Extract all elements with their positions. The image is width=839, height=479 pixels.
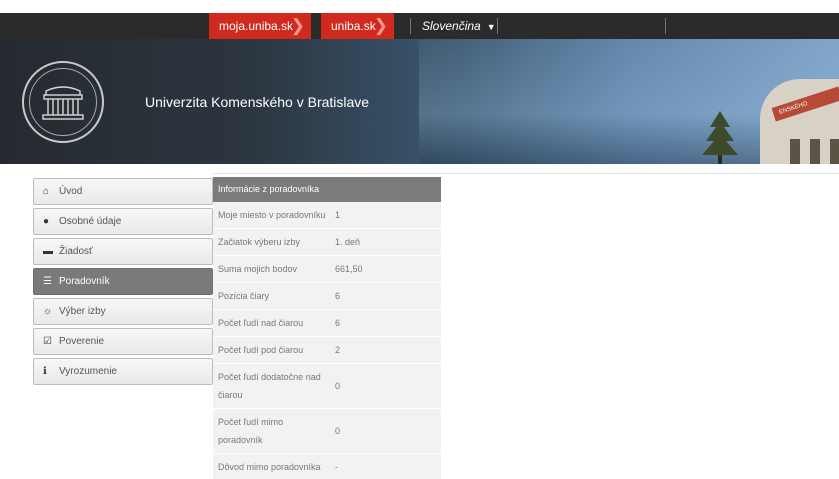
- table-row: Suma mojich bodov 661,50: [213, 256, 441, 283]
- language-label: Slovenčina: [422, 19, 481, 33]
- sidebar-item-label: Poverenie: [59, 336, 105, 347]
- sidebar-item-label: Vyrozumenie: [59, 366, 117, 377]
- row-value: -: [335, 462, 338, 472]
- uniba-label: uniba.sk: [331, 19, 376, 33]
- sidebar-item-label: Osobné údaje: [59, 216, 122, 227]
- row-value: 0: [335, 426, 341, 436]
- divider: [410, 18, 411, 34]
- user-icon: ●: [43, 216, 50, 227]
- info-icon: ℹ: [43, 366, 47, 377]
- row-label: Počet ľudí mimo poradovník: [218, 417, 284, 445]
- page-title: Univerzita Komenského v Bratislave: [145, 94, 370, 110]
- university-logo[interactable]: [22, 61, 104, 143]
- row-value: 1: [335, 210, 341, 220]
- header-banner: Univerzita Komenského v Bratislave ENSKÉ…: [0, 39, 839, 164]
- ranking-info-table: Informácie z poradovníka Moje miesto v p…: [213, 177, 441, 479]
- sidebar-item-label: Poradovník: [59, 276, 110, 287]
- table-heading: Informácie z poradovníka: [213, 177, 441, 202]
- row-label: Dôvod mimo poradovníka: [218, 462, 321, 472]
- chevron-right-icon: ❯: [373, 16, 388, 35]
- language-selector[interactable]: Slovenčina ▼: [422, 13, 496, 39]
- table-row: Počet ľudí pod čiarou 2: [213, 337, 441, 364]
- sidebar-item-label: Žiadosť: [59, 246, 93, 257]
- divider: [497, 18, 498, 34]
- divider: [665, 18, 666, 34]
- top-bar: moja.uniba.sk ❯ uniba.sk ❯ Slovenčina ▼: [0, 13, 839, 39]
- table-row: Počet ľudí dodatočne nad čiarou 0: [213, 364, 441, 409]
- moja-uniba-label: moja.uniba.sk: [219, 19, 294, 33]
- table-row: Moje miesto v poradovníku 1: [213, 202, 441, 229]
- table-row: Pozícia čiary 6: [213, 283, 441, 310]
- sidebar-nav: ⌂ Úvod ● Osobné údaje ▬ Žiadosť ☰ Porado…: [33, 178, 213, 388]
- table-row: Počet ľudí mimo poradovník 0: [213, 409, 441, 454]
- row-value: 0: [335, 381, 341, 391]
- uniba-link[interactable]: uniba.sk ❯: [321, 13, 394, 39]
- sidebar-item-ziadost[interactable]: ▬ Žiadosť: [33, 238, 213, 265]
- building-illustration: ENSKÉHO: [760, 79, 839, 164]
- row-label: Začiatok výberu izby: [218, 237, 301, 247]
- bed-icon: ▬: [43, 246, 53, 257]
- lightbulb-icon: ☼: [43, 306, 53, 317]
- row-label: Počet ľudí nad čiarou: [218, 318, 304, 328]
- row-value: 2: [335, 345, 341, 355]
- sidebar-item-vyrozumenie[interactable]: ℹ Vyrozumenie: [33, 358, 213, 385]
- building-column: [830, 139, 839, 164]
- row-value: 1. deň: [335, 237, 361, 247]
- sidebar-item-poradovnik[interactable]: ☰ Poradovník: [33, 268, 213, 295]
- row-label: Suma mojich bodov: [218, 264, 298, 274]
- sidebar-item-poverenie[interactable]: ☑ Poverenie: [33, 328, 213, 355]
- sidebar-item-label: Výber izby: [59, 306, 106, 317]
- table-row: Počet ľudí nad čiarou 6: [213, 310, 441, 337]
- sidebar-item-label: Úvod: [59, 186, 83, 197]
- content-divider: [213, 173, 839, 174]
- chevron-right-icon: ❯: [290, 16, 305, 35]
- row-value: 6: [335, 318, 341, 328]
- tree-illustration: [702, 111, 738, 164]
- caret-down-icon: ▼: [486, 22, 496, 32]
- building-logo-icon: [42, 86, 84, 120]
- home-icon: ⌂: [43, 186, 50, 197]
- table-row: Dôvod mimo poradovníka -: [213, 454, 441, 479]
- check-square-icon: ☑: [43, 336, 52, 347]
- building-column: [810, 139, 820, 164]
- list-icon: ☰: [43, 276, 52, 287]
- building-sign: ENSKÉHO: [771, 86, 839, 122]
- sidebar-item-vyber-izby[interactable]: ☼ Výber izby: [33, 298, 213, 325]
- building-column: [790, 139, 800, 164]
- row-label: Moje miesto v poradovníku: [218, 210, 326, 220]
- sidebar-item-uvod[interactable]: ⌂ Úvod: [33, 178, 213, 205]
- row-label: Počet ľudí dodatočne nad čiarou: [218, 372, 321, 400]
- table-row: Začiatok výberu izby 1. deň: [213, 229, 441, 256]
- row-value: 661,50: [335, 264, 363, 274]
- row-label: Počet ľudí pod čiarou: [218, 345, 304, 355]
- sidebar-item-osobne-udaje[interactable]: ● Osobné údaje: [33, 208, 213, 235]
- row-value: 6: [335, 291, 341, 301]
- row-label: Pozícia čiary: [218, 291, 270, 301]
- moja-uniba-link[interactable]: moja.uniba.sk ❯: [209, 13, 311, 39]
